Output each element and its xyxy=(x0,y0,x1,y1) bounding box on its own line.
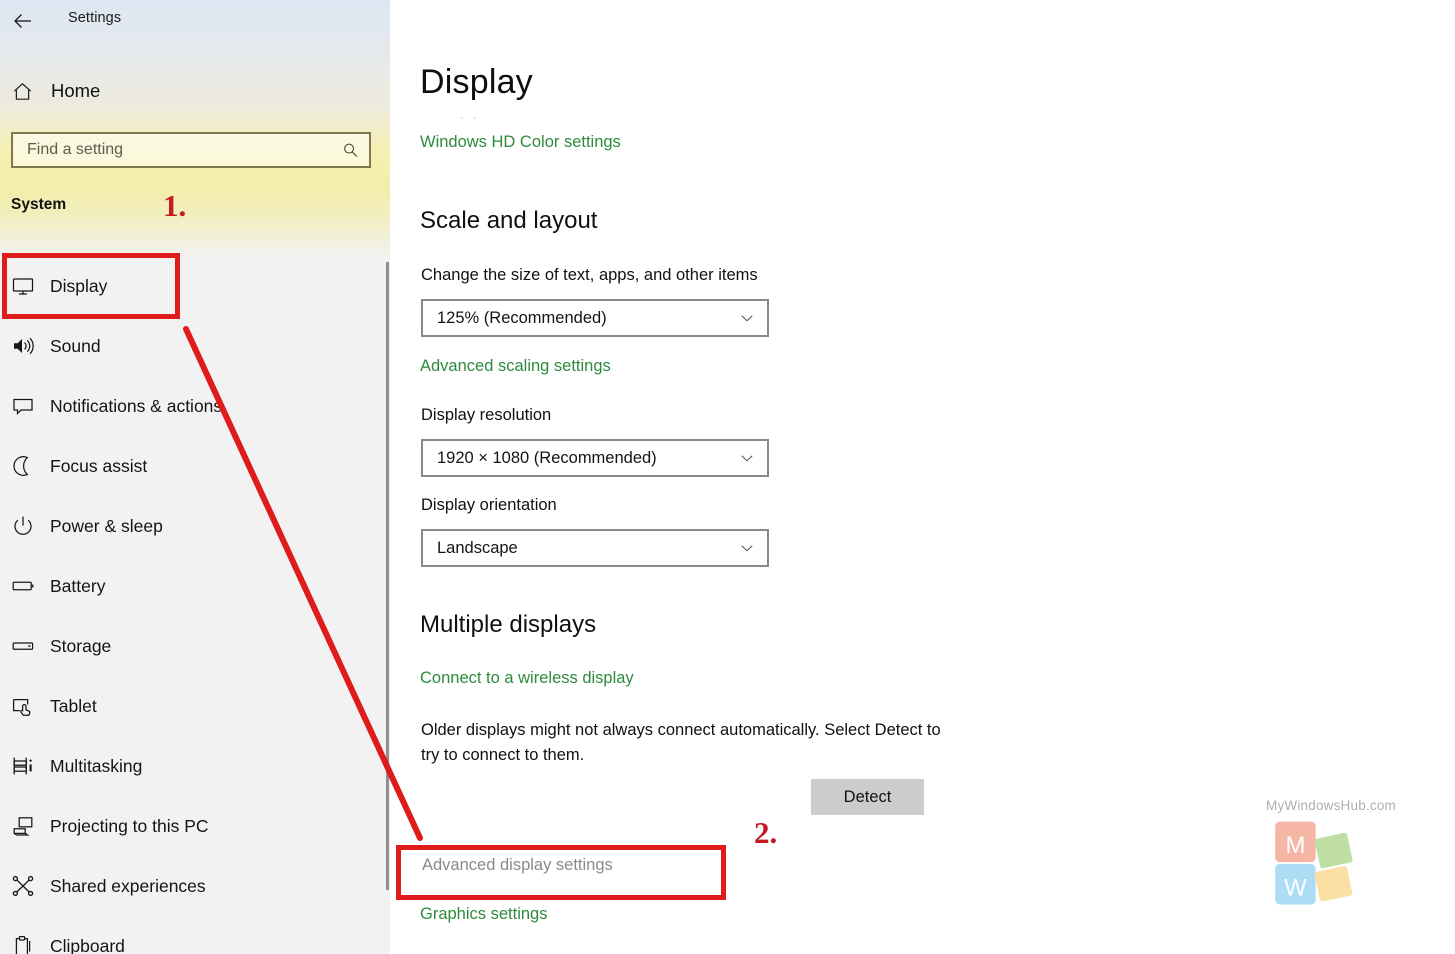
sidebar-item-home-label: Home xyxy=(51,80,101,101)
scale-percentage-dropdown[interactable]: 125% (Recommended) xyxy=(421,299,769,337)
chevron-down-icon xyxy=(727,309,767,327)
sidebar-item-projecting-to-this-pc[interactable]: Projecting to this PC xyxy=(0,796,382,856)
windows-hd-color-settings-link[interactable]: Windows HD Color settings xyxy=(420,133,621,152)
battery-icon xyxy=(11,574,47,598)
sidebar-item-clipboard[interactable]: Clipboard xyxy=(0,916,382,954)
sidebar-item-label: Battery xyxy=(50,575,106,596)
display-resolution-dropdown[interactable]: 1920 × 1080 (Recommended) xyxy=(421,439,769,477)
display-resolution-value: 1920 × 1080 (Recommended) xyxy=(437,448,657,467)
search-icon[interactable] xyxy=(331,141,369,160)
sidebar-item-home[interactable]: Home xyxy=(0,72,360,110)
projecting-icon xyxy=(11,814,47,838)
sidebar-scrollbar[interactable] xyxy=(386,262,389,890)
sidebar-item-label: Shared experiences xyxy=(50,875,206,896)
display-resolution-label: Display resolution xyxy=(421,406,552,424)
sidebar-nav-list: Display Sound Notifications & actions Fo… xyxy=(0,256,382,954)
advanced-scaling-settings-link[interactable]: Advanced scaling settings xyxy=(420,357,611,376)
sidebar-item-label: Storage xyxy=(50,635,112,656)
sidebar-item-tablet[interactable]: Tablet xyxy=(0,676,382,736)
sidebar-item-focus-assist[interactable]: Focus assist xyxy=(0,436,382,496)
monitor-icon xyxy=(11,274,47,298)
display-orientation-label: Display orientation xyxy=(421,496,557,514)
detect-button[interactable]: Detect xyxy=(811,779,924,815)
render-artifact: · · xyxy=(460,112,480,124)
app-title: Settings xyxy=(68,10,122,26)
sidebar-item-storage[interactable]: Storage xyxy=(0,616,382,676)
page-title: Display xyxy=(420,63,533,101)
multiple-displays-heading: Multiple displays xyxy=(420,611,597,638)
sidebar-item-shared-experiences[interactable]: Shared experiences xyxy=(0,856,382,916)
display-orientation-value: Landscape xyxy=(437,538,518,557)
advanced-display-settings-link[interactable]: Advanced display settings xyxy=(422,856,613,875)
sidebar-item-multitasking[interactable]: Multitasking xyxy=(0,736,382,796)
watermark-text: MyWindowsHub.com xyxy=(1266,798,1396,813)
sidebar-group-title: System xyxy=(11,196,67,213)
chevron-down-icon xyxy=(727,449,767,467)
sidebar-item-label: Multitasking xyxy=(50,755,143,776)
multitasking-icon xyxy=(11,754,47,778)
graphics-settings-link[interactable]: Graphics settings xyxy=(420,905,547,924)
sidebar-item-label: Power & sleep xyxy=(50,515,163,536)
logo-letter-m: M xyxy=(1285,832,1305,859)
text-size-label: Change the size of text, apps, and other… xyxy=(421,266,758,284)
sidebar-item-label: Sound xyxy=(50,335,101,356)
share-nodes-icon xyxy=(11,874,47,898)
sidebar-item-label: Projecting to this PC xyxy=(50,815,209,836)
sidebar-item-display[interactable]: Display xyxy=(0,256,382,316)
tablet-touch-icon xyxy=(11,694,47,718)
speaker-icon xyxy=(11,334,47,358)
home-icon xyxy=(0,80,44,103)
sidebar-item-notifications-actions[interactable]: Notifications & actions xyxy=(0,376,382,436)
logo-letter-w: W xyxy=(1284,874,1307,901)
title-bar: Settings xyxy=(0,0,390,42)
multiple-displays-description: Older displays might not always connect … xyxy=(421,721,941,765)
power-icon xyxy=(11,514,47,538)
settings-window: Settings Home System xyxy=(0,0,1455,954)
chevron-down-icon xyxy=(727,539,767,557)
scale-and-layout-heading: Scale and layout xyxy=(420,207,598,234)
back-arrow-icon[interactable] xyxy=(10,8,36,34)
display-orientation-dropdown[interactable]: Landscape xyxy=(421,529,769,567)
search-box[interactable] xyxy=(11,132,371,168)
sidebar-item-label: Display xyxy=(50,275,108,296)
clipboard-icon xyxy=(11,934,47,954)
scale-percentage-value: 125% (Recommended) xyxy=(437,308,607,327)
chat-bubble-icon xyxy=(11,394,47,418)
drive-icon xyxy=(11,634,47,658)
watermark: MyWindowsHub.com M W xyxy=(1258,798,1443,918)
sidebar: Settings Home System xyxy=(0,0,390,954)
sidebar-item-sound[interactable]: Sound xyxy=(0,316,382,376)
sidebar-item-label: Focus assist xyxy=(50,455,148,476)
search-input[interactable] xyxy=(13,140,331,160)
moon-icon xyxy=(11,454,47,478)
sidebar-item-power-sleep[interactable]: Power & sleep xyxy=(0,496,382,556)
sidebar-item-label: Notifications & actions xyxy=(50,395,223,416)
mywindowshub-logo: M W xyxy=(1275,821,1353,905)
connect-wireless-display-link[interactable]: Connect to a wireless display xyxy=(420,669,634,688)
sidebar-item-label: Clipboard xyxy=(50,935,125,954)
sidebar-item-label: Tablet xyxy=(50,695,97,716)
sidebar-item-battery[interactable]: Battery xyxy=(0,556,382,616)
